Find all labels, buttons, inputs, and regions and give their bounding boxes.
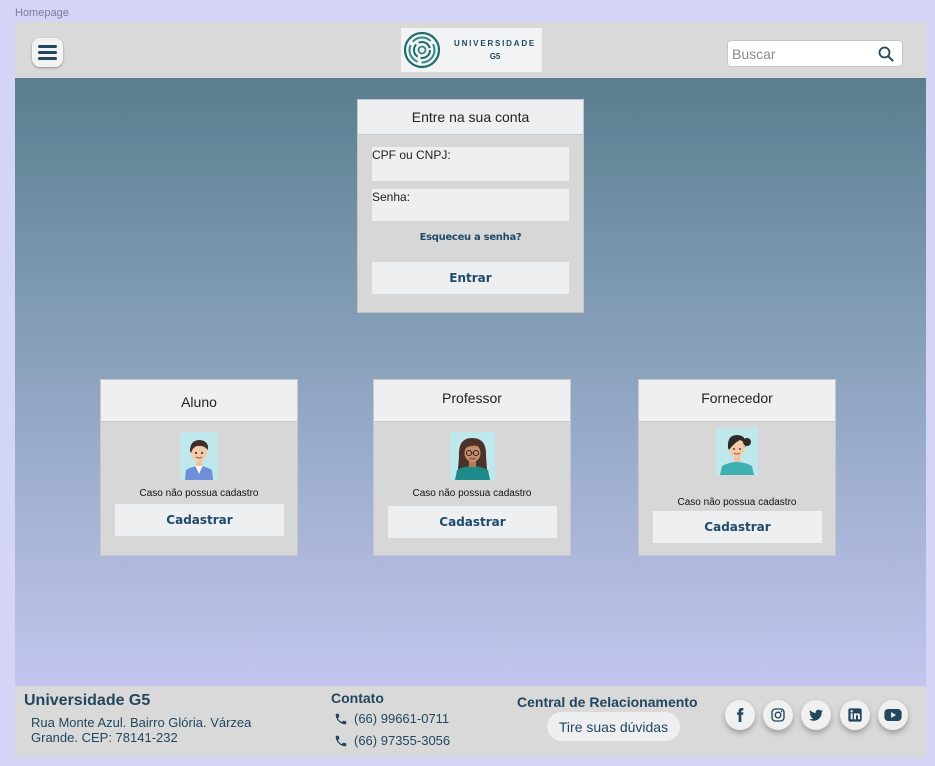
app-frame: UNIVERSIDADE G5 Entre na sua conta CPF o…: [15, 22, 926, 757]
search-icon[interactable]: [878, 46, 894, 62]
phone-number: (66) 97355-3056: [354, 733, 451, 748]
youtube-button[interactable]: [878, 700, 908, 730]
main-content: Entre na sua conta CPF ou CNPJ: Senha: E…: [15, 78, 926, 686]
faq-button[interactable]: Tire suas dúvidas: [547, 712, 680, 741]
twitter-button[interactable]: [801, 700, 831, 730]
password-field[interactable]: Senha:: [372, 189, 569, 221]
logo-line-2: G5: [489, 52, 501, 61]
logo-mark-icon: [403, 31, 441, 69]
hamburger-menu-icon: [38, 45, 57, 60]
university-logo[interactable]: UNIVERSIDADE G5: [401, 28, 542, 72]
search-box: [727, 40, 903, 67]
menu-button[interactable]: [32, 38, 63, 67]
header: UNIVERSIDADE G5: [15, 22, 926, 78]
login-title: Entre na sua conta: [358, 100, 583, 135]
teacher-card: Professor Caso não possua cadastro Cadas…: [373, 379, 571, 556]
phone-contact-1[interactable]: (66) 99661-0711: [334, 711, 449, 726]
phone-icon: [335, 713, 347, 724]
search-input[interactable]: [732, 44, 872, 64]
card-title: Aluno: [101, 380, 297, 422]
supplier-card: Fornecedor Caso não possua cadastro Cada…: [638, 379, 836, 556]
twitter-icon: [809, 709, 824, 721]
supplier-avatar-icon: [716, 428, 758, 475]
card-title: Professor: [374, 380, 570, 422]
cpf-label: CPF ou CNPJ:: [372, 148, 451, 162]
student-avatar-icon: [180, 432, 218, 480]
page-label: Homepage: [15, 7, 69, 19]
footer-address: Rua Monte Azul. Bairro Glória. Várzea Gr…: [31, 715, 252, 745]
youtube-icon: [884, 709, 902, 721]
card-note: Caso não possua cadastro: [677, 497, 797, 508]
login-button[interactable]: Entrar: [372, 262, 569, 294]
supplier-register-button[interactable]: Cadastrar: [653, 511, 822, 543]
footer-university-name: Universidade G5: [24, 692, 151, 709]
footer: Universidade G5 Rua Monte Azul. Bairro G…: [15, 686, 926, 757]
student-register-button[interactable]: Cadastrar: [115, 504, 284, 536]
cpf-field[interactable]: CPF ou CNPJ:: [372, 147, 569, 181]
cpf-input[interactable]: [372, 163, 569, 179]
card-note: Caso não possua cadastro: [412, 488, 532, 499]
student-card: Aluno Caso não possua cadastro Cadastrar: [100, 379, 298, 556]
linkedin-icon: [848, 708, 862, 722]
facebook-button[interactable]: [725, 700, 755, 730]
instagram-button[interactable]: [763, 700, 793, 730]
instagram-icon: [771, 708, 785, 722]
login-panel: Entre na sua conta CPF ou CNPJ: Senha: E…: [357, 99, 584, 313]
logo-line-1: UNIVERSIDADE: [454, 39, 537, 48]
footer-central-title: Central de Relacionamento: [517, 694, 698, 710]
teacher-register-button[interactable]: Cadastrar: [388, 506, 557, 538]
linkedin-button[interactable]: [840, 700, 870, 730]
card-title: Fornecedor: [639, 380, 835, 422]
forgot-password-link[interactable]: Esqueceu a senha?: [358, 232, 583, 243]
phone-number: (66) 99661-0711: [354, 711, 450, 726]
phone-icon: [335, 735, 347, 746]
password-input[interactable]: [372, 205, 569, 221]
facebook-icon: [737, 708, 744, 722]
phone-contact-2[interactable]: (66) 97355-3056: [334, 733, 450, 748]
footer-contact-title: Contato: [331, 690, 384, 706]
teacher-avatar-icon: [450, 432, 495, 480]
card-note: Caso não possua cadastro: [139, 488, 259, 499]
password-label: Senha:: [372, 190, 411, 204]
logo-text: UNIVERSIDADE G5: [454, 37, 536, 63]
